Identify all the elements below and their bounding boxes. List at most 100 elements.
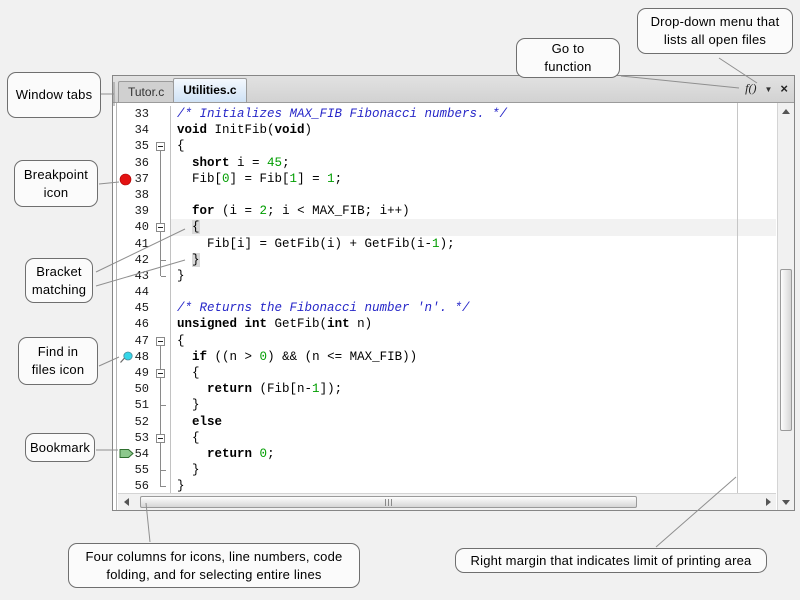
fold-column[interactable] (152, 414, 170, 430)
icon-column[interactable] (118, 138, 134, 154)
line-number[interactable]: 42 (134, 252, 152, 268)
code-line-34[interactable]: 34 void InitFib(void) (118, 122, 776, 138)
icon-column[interactable] (118, 446, 134, 462)
fold-column[interactable] (152, 219, 170, 235)
code-line-42[interactable]: 42 } (118, 252, 776, 268)
horizontal-scrollbar[interactable] (118, 493, 776, 510)
fold-column[interactable] (152, 430, 170, 446)
scroll-down-button[interactable] (778, 494, 794, 510)
icon-column[interactable] (118, 187, 134, 203)
icon-column[interactable] (118, 462, 134, 478)
line-number[interactable]: 38 (134, 187, 152, 203)
find-in-files-icon[interactable] (119, 351, 134, 364)
code-line-39[interactable]: 39 for (i = 2; i < MAX_FIB; i++) (118, 203, 776, 219)
code-text[interactable]: } (170, 268, 776, 284)
vertical-scrollbar[interactable] (777, 103, 794, 510)
icon-column[interactable] (118, 284, 134, 300)
fold-column[interactable] (152, 397, 170, 413)
code-text[interactable]: Fib[i] = GetFib(i) + GetFib(i-1); (170, 236, 776, 252)
line-number[interactable]: 48 (134, 349, 152, 365)
code-line-36[interactable]: 36 short i = 45; (118, 155, 776, 171)
icon-column[interactable] (118, 203, 134, 219)
icon-column[interactable] (118, 171, 134, 187)
code-text[interactable]: short i = 45; (170, 155, 776, 171)
line-number[interactable]: 41 (134, 236, 152, 252)
fold-column[interactable] (152, 236, 170, 252)
code-line-35[interactable]: 35 { (118, 138, 776, 154)
icon-column[interactable] (118, 236, 134, 252)
horizontal-scrollbar-thumb[interactable] (140, 496, 637, 508)
code-text[interactable]: return (Fib[n-1]); (170, 381, 776, 397)
code-text[interactable]: { (170, 430, 776, 446)
icon-column[interactable] (118, 397, 134, 413)
code-line-52[interactable]: 52 else (118, 414, 776, 430)
fold-column[interactable] (152, 187, 170, 203)
fold-column[interactable] (152, 349, 170, 365)
code-fold-toggle[interactable] (156, 369, 165, 378)
fold-column[interactable] (152, 138, 170, 154)
icon-column[interactable] (118, 155, 134, 171)
code-text[interactable]: if ((n > 0) && (n <= MAX_FIB)) (170, 349, 776, 365)
code-line-55[interactable]: 55 } (118, 462, 776, 478)
code-line-46[interactable]: 46unsigned int GetFib(int n) (118, 316, 776, 332)
code-line-47[interactable]: 47{ (118, 333, 776, 349)
fold-column[interactable] (152, 155, 170, 171)
code-line-33[interactable]: 33/* Initializes MAX_FIB Fibonacci numbe… (118, 106, 776, 122)
scroll-right-button[interactable] (760, 494, 776, 510)
code-editor[interactable]: 33/* Initializes MAX_FIB Fibonacci numbe… (118, 103, 776, 493)
icon-column[interactable] (118, 349, 134, 365)
code-line-37[interactable]: 37 Fib[0] = Fib[1] = 1; (118, 171, 776, 187)
fold-column[interactable] (152, 106, 170, 122)
line-number[interactable]: 35 (134, 138, 152, 154)
fold-column[interactable] (152, 381, 170, 397)
go-to-function-button[interactable]: f() (745, 81, 756, 96)
tab-utilities-c[interactable]: Utilities.c (173, 78, 246, 102)
fold-column[interactable] (152, 316, 170, 332)
line-number[interactable]: 45 (134, 300, 152, 316)
code-line-40[interactable]: 40 { (118, 219, 776, 235)
icon-column[interactable] (118, 268, 134, 284)
code-fold-toggle[interactable] (156, 434, 165, 443)
scroll-left-button[interactable] (118, 494, 134, 510)
code-line-49[interactable]: 49 { (118, 365, 776, 381)
line-number[interactable]: 39 (134, 203, 152, 219)
code-line-45[interactable]: 45/* Returns the Fibonacci number 'n'. *… (118, 300, 776, 316)
icon-column[interactable] (118, 252, 134, 268)
code-line-44[interactable]: 44 (118, 284, 776, 300)
line-number[interactable]: 40 (134, 219, 152, 235)
code-line-56[interactable]: 56} (118, 478, 776, 493)
code-text[interactable]: unsigned int GetFib(int n) (170, 316, 776, 332)
fold-column[interactable] (152, 252, 170, 268)
icon-column[interactable] (118, 414, 134, 430)
code-text[interactable]: Fib[0] = Fib[1] = 1; (170, 171, 776, 187)
icon-column[interactable] (118, 106, 134, 122)
code-text[interactable]: { (170, 365, 776, 381)
line-number[interactable]: 43 (134, 268, 152, 284)
code-text[interactable]: { (170, 219, 776, 235)
code-line-51[interactable]: 51 } (118, 397, 776, 413)
code-text[interactable]: else (170, 414, 776, 430)
code-text[interactable]: void InitFib(void) (170, 122, 776, 138)
code-text[interactable] (170, 187, 776, 203)
fold-column[interactable] (152, 462, 170, 478)
fold-column[interactable] (152, 284, 170, 300)
line-number[interactable]: 34 (134, 122, 152, 138)
fold-column[interactable] (152, 333, 170, 349)
code-line-38[interactable]: 38 (118, 187, 776, 203)
fold-column[interactable] (152, 300, 170, 316)
icon-column[interactable] (118, 381, 134, 397)
code-text[interactable]: { (170, 138, 776, 154)
code-text[interactable]: } (170, 462, 776, 478)
fold-column[interactable] (152, 122, 170, 138)
line-number[interactable]: 47 (134, 333, 152, 349)
close-icon[interactable]: × (780, 81, 788, 96)
line-number[interactable]: 52 (134, 414, 152, 430)
code-line-41[interactable]: 41 Fib[i] = GetFib(i) + GetFib(i-1); (118, 236, 776, 252)
line-number[interactable]: 54 (134, 446, 152, 462)
icon-column[interactable] (118, 365, 134, 381)
line-number[interactable]: 51 (134, 397, 152, 413)
icon-column[interactable] (118, 219, 134, 235)
line-number[interactable]: 56 (134, 478, 152, 493)
line-number[interactable]: 50 (134, 381, 152, 397)
fold-column[interactable] (152, 365, 170, 381)
